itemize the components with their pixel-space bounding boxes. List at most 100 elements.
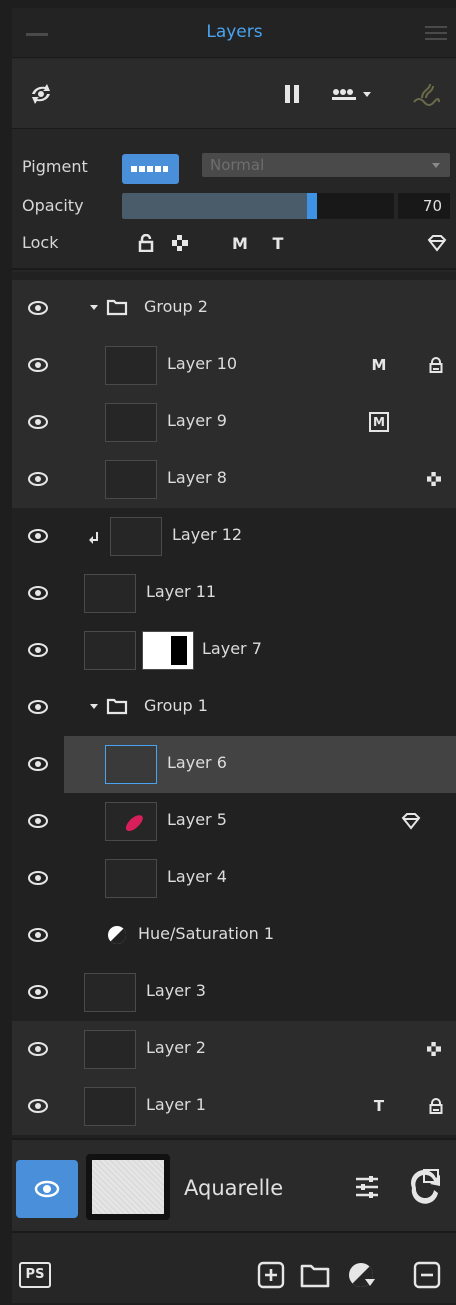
chevron-down-icon (432, 163, 440, 168)
wet-brush-dropdown-icon[interactable] (328, 79, 382, 109)
layer-name: Group 1 (144, 696, 208, 715)
sliders-icon[interactable] (352, 1172, 382, 1202)
brush-visibility-button[interactable] (16, 1160, 78, 1218)
dry-icon[interactable] (408, 79, 444, 109)
layer-name: Layer 4 (167, 867, 227, 886)
eye-icon[interactable] (28, 1041, 48, 1057)
eye-icon[interactable] (28, 357, 48, 373)
layer-thumbnail (84, 574, 136, 613)
opacity-handle[interactable] (307, 193, 317, 219)
brush-panel: Aquarelle (12, 1138, 456, 1233)
layer-thumbnail (84, 973, 136, 1012)
pause-icon[interactable] (280, 79, 304, 109)
brush-settings-icon[interactable] (406, 1166, 444, 1204)
brush-name: Aquarelle (184, 1176, 284, 1200)
lock-icon[interactable] (426, 355, 446, 375)
add-layer-button[interactable] (256, 1261, 286, 1289)
eye-icon[interactable] (28, 927, 48, 943)
layer-row-layer-11[interactable]: Layer 11 (12, 565, 456, 622)
layer-row-layer-12[interactable]: Layer 12 (12, 508, 456, 565)
layer-row-layer-10[interactable]: Layer 10 M (12, 337, 456, 394)
refresh-eye-icon[interactable] (26, 79, 56, 109)
chevron-down-icon[interactable] (90, 704, 98, 709)
eye-icon[interactable] (28, 300, 48, 316)
mask-badge: M (371, 356, 387, 374)
layer-row-hue-saturation-1[interactable]: Hue/Saturation 1 (12, 907, 456, 964)
add-adjustment-button[interactable] (346, 1261, 380, 1289)
layer-row-layer-3[interactable]: Layer 3 (12, 964, 456, 1021)
folder-icon (106, 698, 128, 715)
lock-icon[interactable] (426, 1096, 446, 1116)
layer-thumbnail (105, 460, 157, 499)
opacity-input[interactable]: 70 (398, 193, 450, 219)
lock-all-icon[interactable] (136, 232, 156, 254)
layer-thumbnail (105, 346, 157, 385)
eye-icon[interactable] (28, 984, 48, 1000)
blend-mode-value: Normal (210, 156, 265, 174)
layer-name: Group 2 (144, 297, 208, 316)
layers-list: Group 2 Layer 10 M Layer 9 M Layer 8 Lay… (12, 272, 456, 1138)
layer-row-group-1[interactable]: Group 1 (12, 679, 456, 736)
pigment-label: Pigment (22, 157, 88, 176)
layer-thumbnail (105, 745, 157, 784)
layer-name: Layer 7 (202, 639, 262, 658)
layer-name: Layer 3 (146, 981, 206, 1000)
layer-thumbnail (84, 1030, 136, 1069)
layer-row-layer-5[interactable]: Layer 5 (12, 793, 456, 850)
eye-icon[interactable] (28, 528, 48, 544)
transparency-lock-icon (426, 469, 442, 489)
blend-mode-select[interactable]: Normal (202, 153, 450, 177)
folder-icon (106, 299, 128, 316)
layers-bottom-bar: PS (12, 1235, 456, 1303)
eye-icon[interactable] (28, 870, 48, 886)
layer-name: Layer 9 (167, 411, 227, 430)
eye-icon[interactable] (28, 699, 48, 715)
layer-properties: Pigment Normal Opacity 70 Lock M T (12, 130, 456, 270)
layer-thumbnail (105, 403, 157, 442)
eye-icon[interactable] (28, 1098, 48, 1114)
layer-row-layer-7[interactable]: Layer 7 (12, 622, 456, 679)
transparency-lock-icon (426, 1039, 442, 1059)
delete-layer-button[interactable] (412, 1261, 442, 1289)
eye-icon[interactable] (28, 414, 48, 430)
eye-icon[interactable] (28, 585, 48, 601)
add-group-button[interactable] (298, 1261, 332, 1289)
layer-row-layer-2[interactable]: Layer 2 (12, 1021, 456, 1078)
layer-name: Layer 10 (167, 354, 238, 373)
layer-thumbnail (84, 1087, 136, 1126)
lock-transparency-icon[interactable] (170, 232, 190, 254)
layers-panel: Layers Pigment Normal Opacity 70 Lock M … (12, 8, 456, 1303)
lock-text-icon[interactable]: T (268, 232, 288, 254)
paper-texture-swatch[interactable] (86, 1154, 170, 1220)
menu-icon[interactable] (425, 26, 447, 44)
layer-row-layer-6[interactable]: Layer 6 (12, 736, 456, 793)
layer-name: Layer 12 (172, 525, 243, 544)
photoshop-export-button[interactable]: PS (18, 1261, 52, 1289)
layer-row-layer-1[interactable]: Layer 1 T (12, 1078, 456, 1135)
lock-label: Lock (22, 233, 59, 252)
mask-thumbnail[interactable] (142, 631, 194, 670)
layer-name: Layer 8 (167, 468, 227, 487)
eye-icon (34, 1180, 60, 1198)
folder-icon (300, 1264, 330, 1288)
layer-row-layer-8[interactable]: Layer 8 (12, 451, 456, 508)
chevron-down-icon[interactable] (90, 305, 98, 310)
eye-icon[interactable] (28, 756, 48, 772)
layer-row-layer-4[interactable]: Layer 4 (12, 850, 456, 907)
diamond-icon (400, 811, 422, 831)
opacity-fill (122, 193, 312, 219)
layer-row-layer-9[interactable]: Layer 9 M (12, 394, 456, 451)
panel-title: Layers (206, 22, 263, 42)
opacity-label: Opacity (22, 196, 84, 215)
layers-toolbar (12, 59, 456, 129)
eye-icon[interactable] (28, 813, 48, 829)
pigment-button[interactable] (122, 154, 179, 184)
eye-icon[interactable] (28, 642, 48, 658)
eye-icon[interactable] (28, 471, 48, 487)
layer-row-group-2[interactable]: Group 2 (12, 280, 456, 337)
layer-name: Layer 2 (146, 1038, 206, 1057)
layer-name: Layer 6 (167, 753, 227, 772)
diamond-icon[interactable] (426, 232, 448, 254)
opacity-slider[interactable] (122, 193, 394, 219)
lock-mask-icon[interactable]: M (230, 232, 250, 254)
